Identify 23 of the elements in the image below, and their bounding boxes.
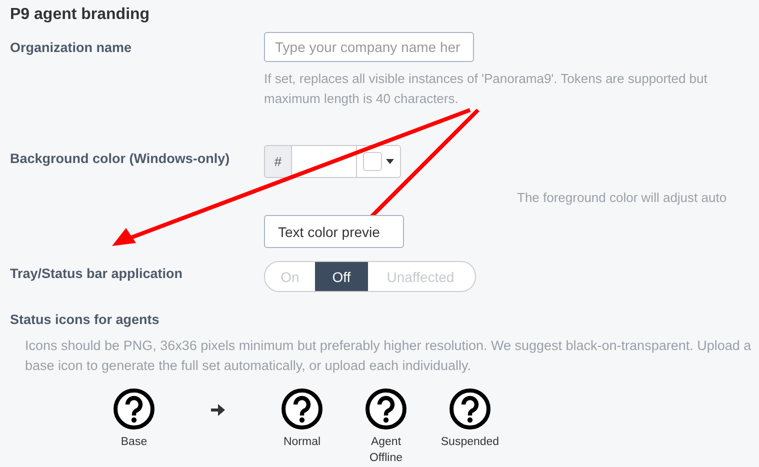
field-label: Background color (Windows-only) (10, 150, 231, 168)
toggle-option[interactable]: Off (315, 262, 368, 291)
question-mark-icon (449, 388, 491, 430)
description-text: Icons should be PNG, 36x36 pixels minimum but preferably higher resolution. We suggest black-on-transparent. Upload a base icon to generate the full set automatically, or upload each individually. (25, 337, 752, 375)
hash-prefix: # (264, 145, 291, 178)
caret-icon (386, 159, 394, 164)
organization-name-field[interactable]: Type your company name her (264, 32, 474, 62)
icon-label: Normal (282, 435, 322, 450)
icon-label: Agent Offline (368, 435, 404, 466)
icon-label: Base (120, 435, 148, 450)
note-text: The foreground color will adjust auto (517, 190, 728, 205)
text-color-preview-button[interactable]: Text color previe (264, 215, 404, 248)
question-mark-icon (281, 388, 323, 430)
field-label: Tray/Status bar application (10, 265, 184, 283)
section-subtitle: Status icons for agents (10, 312, 160, 327)
field-label: Organization name (10, 39, 133, 57)
question-mark-icon (113, 388, 155, 430)
section-title: P9 agent branding (10, 6, 151, 24)
icon-label: Suspended (440, 435, 500, 450)
color-picker-button[interactable] (357, 145, 401, 178)
hint-text: If set, replaces all visible instances of 'Panorama9'. Tokens are supported but maximum length is 40 characters. (264, 70, 708, 108)
right-arrow-icon (211, 404, 225, 416)
question-mark-icon (365, 388, 407, 430)
